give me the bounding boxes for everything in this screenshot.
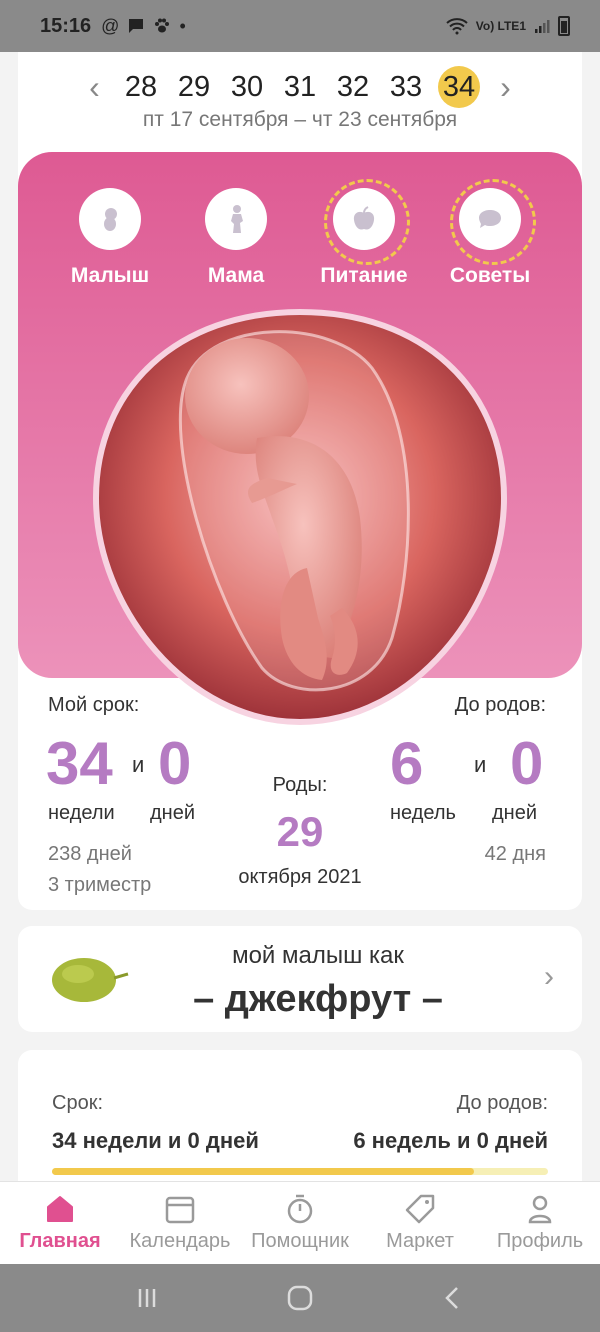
birth-day: 29 [276, 808, 324, 855]
remaining-label: До родов: [454, 694, 546, 716]
home-button-icon[interactable] [285, 1283, 315, 1313]
term-days-unit: дней [150, 802, 196, 824]
system-navigation-bar [0, 1264, 600, 1332]
tag-icon [405, 1194, 435, 1224]
progress-remaining-label: До родов: [456, 1092, 548, 1114]
birth-month-year: октября 2021 [238, 866, 362, 888]
remaining-weeks-unit: недель [390, 802, 456, 824]
remaining-total-days: 42 дня [484, 843, 546, 865]
week-item[interactable]: 28 [115, 71, 168, 104]
chat-bubble-icon [479, 210, 501, 228]
term-total-days: 238 дней [48, 843, 132, 865]
remaining-weeks-number: 6 [390, 730, 424, 797]
trimester-label: 3 триместр [48, 874, 152, 896]
baby-size-prefix: мой малыш как [232, 942, 404, 969]
fetus-illustration[interactable] [92, 308, 508, 726]
my-term-label: Мой срок: [48, 694, 140, 716]
dot-icon: • [179, 15, 186, 36]
nav-market[interactable]: Маркет [360, 1182, 480, 1264]
week-item[interactable]: 32 [327, 71, 380, 104]
chevron-right-icon: › [544, 960, 554, 993]
back-icon[interactable] [438, 1283, 468, 1313]
home-icon [47, 1196, 73, 1222]
baby-button[interactable] [79, 188, 141, 250]
nav-label: Помощник [251, 1230, 349, 1252]
paw-icon [155, 18, 170, 33]
signal-icon [535, 20, 550, 33]
apple-icon [353, 206, 375, 230]
term-weeks-unit: недели [48, 802, 115, 824]
term-stats: Мой срок: 34 и 0 недели дней 238 дней 3 … [18, 680, 582, 896]
nav-helper[interactable]: Помощник [240, 1182, 360, 1264]
term-weeks-number: 34 [46, 730, 113, 797]
category-label: Советы [449, 264, 531, 287]
week-item[interactable]: 33 [380, 71, 433, 104]
term-and-label: и [132, 752, 145, 777]
category-label: Питание [320, 264, 408, 287]
jackfruit-icon [52, 958, 129, 1002]
progress-remaining-value: 6 недель и 0 дней [353, 1128, 548, 1153]
nav-profile[interactable]: Профиль [480, 1182, 600, 1264]
status-bar: 15:16 @ • Vo) LTE1 [0, 0, 600, 52]
network-label: Vo) LTE1 [475, 19, 526, 33]
message-icon [129, 19, 144, 33]
category-label: Малыш [70, 264, 150, 287]
progress-bar [52, 1168, 548, 1175]
pregnancy-summary-card: ‹ 28 29 30 31 32 33 34 › пт 17 сентября … [18, 20, 582, 910]
nutrition-button[interactable] [324, 179, 410, 265]
prev-week-chevron-icon[interactable]: ‹ [75, 71, 115, 103]
nav-home[interactable]: Главная [0, 1182, 120, 1264]
week-item[interactable]: 31 [274, 71, 327, 104]
week-selector: ‹ 28 29 30 31 32 33 34 › [18, 60, 582, 114]
category-label: Мама [207, 264, 265, 287]
progress-term-value: 34 недели и 0 дней [52, 1128, 259, 1153]
wifi-icon [446, 18, 468, 35]
week-date-range: пт 17 сентября – чт 23 сентября [142, 108, 458, 131]
profile-icon [528, 1195, 552, 1224]
remaining-days-number: 0 [510, 730, 544, 797]
nav-label: Маркет [386, 1230, 454, 1252]
tips-button[interactable] [450, 179, 536, 265]
nav-calendar[interactable]: Календарь [120, 1182, 240, 1264]
baby-size-card[interactable]: мой малыш как – джекфрут – › [18, 926, 582, 1032]
recent-apps-icon[interactable] [132, 1283, 162, 1313]
timer-icon [287, 1194, 313, 1224]
nav-label: Главная [19, 1230, 101, 1252]
at-sign-icon: @ [101, 15, 120, 36]
status-right: Vo) LTE1 [446, 16, 570, 36]
progress-bar-fill [52, 1168, 474, 1175]
mother-icon [231, 205, 243, 233]
week-item-active[interactable]: 34 [433, 66, 486, 108]
remaining-and-label: и [474, 752, 487, 777]
active-week-number: 34 [438, 66, 480, 108]
next-week-chevron-icon[interactable]: › [486, 71, 526, 103]
nav-label: Календарь [129, 1230, 231, 1252]
remaining-days-unit: дней [492, 802, 538, 824]
battery-icon [558, 16, 570, 36]
progress-term-label: Срок: [52, 1092, 103, 1114]
term-days-number: 0 [158, 730, 192, 797]
baby-icon [104, 208, 117, 231]
baby-size-fruit: – джекфрут – [193, 978, 443, 1020]
birth-label: Роды: [272, 774, 328, 796]
status-time: 15:16 [40, 14, 92, 37]
notification-icons: @ • [101, 16, 186, 37]
week-item[interactable]: 30 [221, 71, 274, 104]
calendar-icon [165, 1196, 195, 1224]
mother-button[interactable] [205, 188, 267, 250]
week-item[interactable]: 29 [168, 71, 221, 104]
nav-label: Профиль [496, 1230, 584, 1252]
bottom-navigation: Главная Календарь Помощник Маркет Профил… [0, 1182, 600, 1264]
